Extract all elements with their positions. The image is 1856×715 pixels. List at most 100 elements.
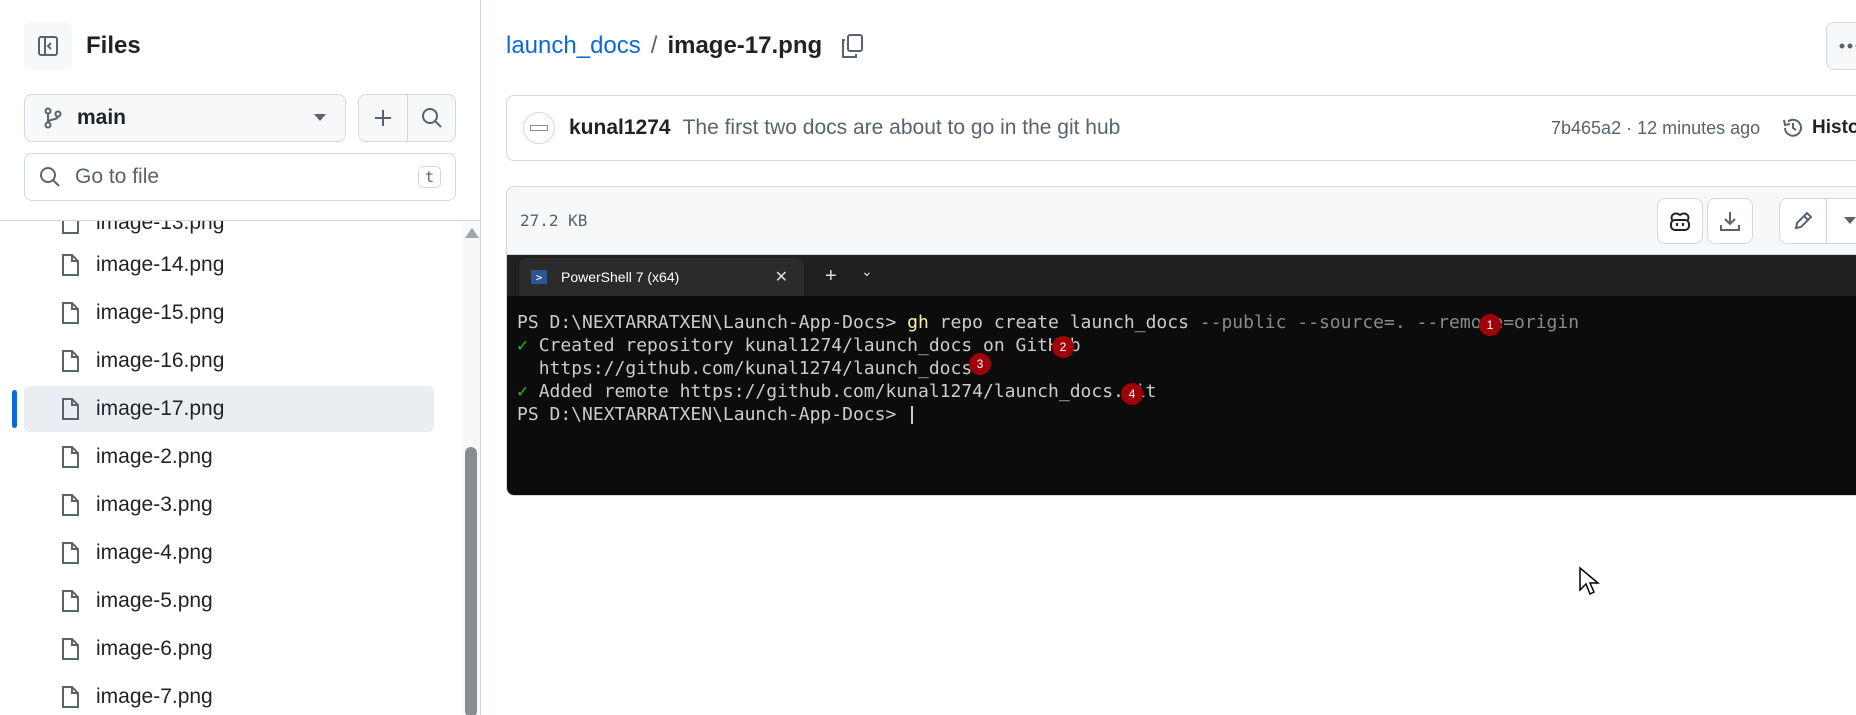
shortcut-key: t (417, 166, 441, 188)
scrollbar-thumb[interactable] (465, 447, 477, 715)
terminal-line-3: https://github.com/kunal1274/launch_docs (517, 358, 972, 379)
file-icon (62, 398, 79, 420)
tree-item-label: image-13.png (96, 221, 225, 234)
command-flags: --public --source=. --remote=origin (1199, 312, 1580, 333)
history-button[interactable]: History (1782, 117, 1856, 139)
search-files-button[interactable] (407, 95, 455, 141)
add-file-button[interactable] (359, 95, 407, 141)
download-button[interactable] (1707, 198, 1753, 244)
file-tree-sidebar: Files main Go to file t image-13.png ima… (0, 0, 481, 715)
annotation-badge: 3 (969, 353, 991, 375)
file-icon (62, 254, 79, 276)
git-branch-icon (44, 107, 62, 129)
file-size: 27.2 KB (520, 211, 588, 230)
terminal-screenshot-image: > PowerShell 7 (x64) ✕ + ⌄ PS D:\NEXTARR… (507, 255, 1856, 495)
file-icon (62, 446, 79, 468)
check-icon: ✓ (517, 381, 528, 402)
tree-item-active[interactable]: image-17.png (24, 386, 434, 432)
tree-item-label: image-17.png (96, 397, 225, 420)
terminal-line-4: ✓ Added remote https://github.com/kunal1… (517, 381, 1156, 402)
prompt: PS D:\NEXTARRATXEN\Launch-App-Docs> (517, 404, 897, 425)
go-to-file-placeholder: Go to file (75, 165, 160, 188)
mouse-pointer-icon (1579, 566, 1600, 596)
terminal-tab: > PowerShell 7 (x64) ✕ (519, 258, 804, 296)
search-icon (421, 108, 442, 128)
more-options-button[interactable] (1826, 22, 1856, 70)
history-icon (1783, 118, 1802, 137)
file-tree: image-13.png image-14.png image-15.png i… (0, 221, 462, 715)
text-cursor (911, 406, 914, 424)
tree-item[interactable]: image-4.png (24, 530, 434, 576)
tree-item[interactable]: image-7.png (24, 674, 434, 715)
avatar[interactable] (523, 112, 555, 144)
breadcrumb: launch_docs / image-17.png (506, 32, 864, 60)
sidebar-header: Files (24, 22, 141, 70)
annotation-badge: 4 (1121, 383, 1143, 405)
command-args: repo create launch_docs (939, 312, 1189, 333)
app: Files main Go to file t image-13.png ima… (0, 0, 1856, 715)
tree-item[interactable]: image-15.png (24, 290, 434, 336)
powershell-icon: > (531, 270, 547, 284)
edit-button-group (1779, 198, 1856, 244)
file-icon (62, 638, 79, 660)
file-view: launch_docs / image-17.png kunal1274 The… (482, 0, 1856, 715)
edit-dropdown-button[interactable] (1826, 199, 1856, 243)
tree-item[interactable]: image-2.png (24, 434, 434, 480)
terminal-line-1: PS D:\NEXTARRATXEN\Launch-App-Docs> gh r… (517, 312, 1579, 333)
command-gh: gh (907, 312, 929, 333)
go-to-file-input[interactable]: Go to file t (24, 153, 456, 201)
pencil-icon (1794, 211, 1813, 230)
tree-item-label: image-15.png (96, 301, 225, 324)
edit-button[interactable] (1780, 199, 1826, 243)
branch-selector[interactable]: main (24, 94, 347, 142)
copy-path-button[interactable] (840, 33, 864, 59)
file-icon (62, 221, 79, 234)
tree-item[interactable]: image-5.png (24, 578, 434, 624)
check-icon: ✓ (517, 335, 528, 356)
tree-item[interactable]: image-3.png (24, 482, 434, 528)
history-label: History (1812, 117, 1856, 138)
tree-item[interactable]: image-14.png (24, 242, 434, 288)
sidebar-scrollbar[interactable] (462, 222, 480, 715)
chevron-down-icon: ⌄ (861, 263, 873, 279)
file-content-box: 27.2 KB > PowerShell 7 (x64) ✕ + ⌄ PS D:… (506, 186, 1856, 496)
tree-item-label: image-5.png (96, 589, 213, 612)
commit-author[interactable]: kunal1274 (569, 116, 671, 140)
close-icon: ✕ (774, 269, 788, 286)
sidebar-title: Files (86, 32, 141, 59)
kebab-horizontal-icon (1839, 43, 1856, 49)
active-indicator (12, 390, 17, 428)
plus-icon: + (825, 265, 837, 287)
tree-item-label: image-14.png (96, 253, 225, 276)
tree-item-label: image-3.png (96, 493, 213, 516)
tree-item-label: image-7.png (96, 685, 213, 708)
terminal-line-2: ✓ Created repository kunal1274/launch_do… (517, 335, 1081, 356)
commit-meta[interactable]: 7b465a2 · 12 minutes ago (1551, 118, 1760, 139)
branch-row: main (24, 94, 456, 142)
scroll-up-arrow-icon[interactable] (465, 228, 479, 238)
file-icon (62, 542, 79, 564)
tree-item-label: image-6.png (96, 637, 213, 660)
branch-name: main (77, 106, 127, 129)
file-icon (62, 590, 79, 612)
output-text: Added remote https://github.com/kunal127… (538, 381, 1157, 402)
breadcrumb-separator: / (650, 32, 658, 59)
tree-item[interactable]: image-16.png (24, 338, 434, 384)
collapse-sidebar-button[interactable] (24, 22, 72, 70)
copy-icon (842, 34, 864, 58)
annotation-badge: 1 (1479, 314, 1501, 336)
search-icon (40, 167, 60, 187)
tree-item-label: image-2.png (96, 445, 213, 468)
annotation-badge: 2 (1052, 336, 1074, 358)
download-icon (1720, 212, 1740, 231)
tree-item-label: image-16.png (96, 349, 225, 372)
output-url: https://github.com/kunal1274/launch_docs (538, 358, 973, 379)
commit-message[interactable]: The first two docs are about to go in th… (683, 116, 1121, 140)
file-icon (62, 494, 79, 516)
copilot-icon (1670, 212, 1690, 231)
tree-item[interactable]: image-6.png (24, 626, 434, 672)
breadcrumb-repo-link[interactable]: launch_docs (506, 32, 641, 60)
copilot-button[interactable] (1657, 198, 1703, 244)
plus-icon (375, 110, 392, 126)
terminal-line-5: PS D:\NEXTARRATXEN\Launch-App-Docs> (517, 404, 914, 425)
